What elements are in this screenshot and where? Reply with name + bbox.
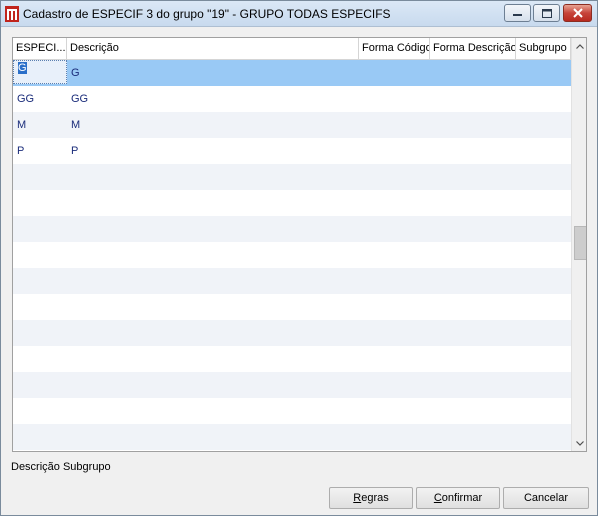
grid-rows: G G GG GG M M P P	[13, 60, 571, 451]
minimize-button[interactable]	[504, 4, 531, 22]
empty-row	[13, 216, 571, 242]
cell-descricao[interactable]: GG	[67, 86, 367, 112]
cancelar-button[interactable]: Cancelar	[503, 487, 589, 509]
application-icon	[5, 6, 19, 22]
regras-button[interactable]: Regras	[329, 487, 413, 509]
table-row[interactable]: GG GG	[13, 86, 571, 112]
cell-descricao[interactable]: P	[67, 138, 367, 164]
close-icon	[572, 8, 583, 18]
dialog-window: Cadastro de ESPECIF 3 do grupo "19" - GR…	[0, 0, 598, 516]
empty-row	[13, 268, 571, 294]
status-label: Descrição Subgrupo	[11, 461, 111, 473]
minimize-icon	[513, 14, 522, 16]
empty-row	[13, 190, 571, 216]
chevron-down-icon	[576, 440, 584, 446]
empty-row	[13, 424, 571, 450]
close-button[interactable]	[563, 4, 592, 22]
cell-especif[interactable]: GG	[13, 86, 67, 112]
empty-row	[13, 346, 571, 372]
empty-row	[13, 398, 571, 424]
confirmar-label: onfirmar	[441, 492, 483, 504]
confirmar-button[interactable]: Confirmar	[416, 487, 500, 509]
cell-descricao[interactable]: M	[67, 112, 367, 138]
empty-row	[13, 294, 571, 320]
cell-descricao[interactable]: G	[67, 60, 367, 86]
column-header-subgrupo[interactable]: Subgrupo	[516, 38, 571, 60]
vertical-scrollbar[interactable]	[571, 38, 586, 451]
regras-mnemonic: R	[353, 492, 362, 504]
confirmar-mnemonic: C	[433, 492, 442, 504]
cell-especif[interactable]: M	[13, 112, 67, 138]
title-bar[interactable]: Cadastro de ESPECIF 3 do grupo "19" - GR…	[1, 1, 597, 27]
maximize-button[interactable]	[533, 4, 560, 22]
cell-especif[interactable]: P	[13, 138, 67, 164]
maximize-icon	[541, 8, 552, 18]
table-row[interactable]: G G	[13, 60, 571, 86]
window-title: Cadastro de ESPECIF 3 do grupo "19" - GR…	[23, 7, 391, 21]
especif-grid[interactable]: ESPECI... Descrição Forma Código Forma D…	[12, 37, 587, 452]
chevron-up-icon	[576, 43, 584, 49]
empty-row	[13, 242, 571, 268]
cell-especif-value: G	[18, 62, 27, 74]
cell-especif[interactable]: G	[13, 60, 67, 84]
empty-row	[13, 164, 571, 190]
scroll-up-button[interactable]	[572, 38, 586, 54]
empty-row	[13, 372, 571, 398]
empty-row	[13, 320, 571, 346]
table-row[interactable]: P P	[13, 138, 571, 164]
column-header-descricao[interactable]: Descrição	[67, 38, 359, 60]
table-row[interactable]: M M	[13, 112, 571, 138]
grid-header: ESPECI... Descrição Forma Código Forma D…	[13, 38, 571, 60]
column-header-forma-descricao[interactable]: Forma Descrição	[430, 38, 516, 60]
column-header-forma-codigo[interactable]: Forma Código	[359, 38, 430, 60]
scrollbar-thumb[interactable]	[574, 226, 586, 260]
column-header-especif[interactable]: ESPECI...	[13, 38, 67, 60]
scroll-down-button[interactable]	[572, 435, 586, 451]
regras-label: egras	[361, 492, 389, 504]
